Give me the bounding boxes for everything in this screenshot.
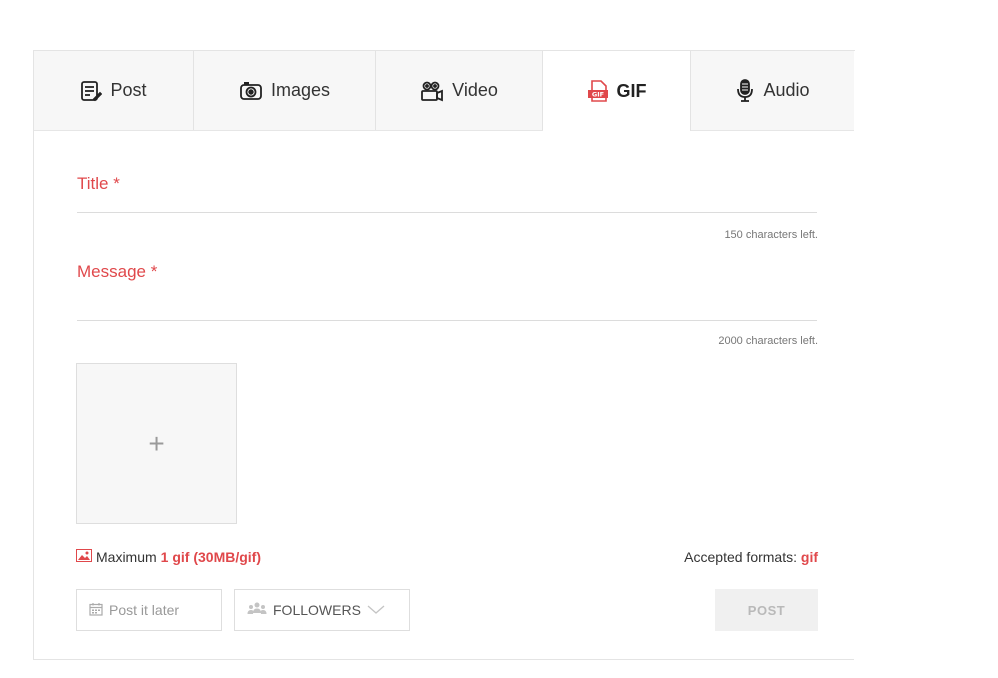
svg-text:GIF: GIF (591, 91, 603, 99)
plus-icon: + (148, 427, 165, 459)
tab-audio-label: Audio (763, 80, 810, 100)
post-type-tabs: Post Images Video GIF GIF Audio (34, 51, 854, 131)
users-icon (247, 602, 267, 619)
title-input[interactable] (77, 190, 821, 214)
title-char-counter: 150 characters left. (724, 229, 818, 241)
limit-prefix: Maximum (96, 549, 157, 565)
upload-limit-note: Maximum 1 gif (30MB/gif) (76, 549, 261, 565)
post-button[interactable]: POST (715, 589, 818, 631)
microphone-icon (735, 78, 755, 103)
tab-gif[interactable]: GIF GIF (543, 51, 691, 131)
formats-value: gif (800, 549, 818, 565)
tab-audio[interactable]: Audio (691, 51, 854, 130)
tab-post[interactable]: Post (34, 51, 194, 130)
accepted-formats: Accepted formats: gif (684, 549, 818, 565)
tab-video-label: Video (452, 80, 498, 100)
title-underline (77, 212, 817, 213)
message-textarea[interactable] (77, 286, 821, 322)
message-underline (77, 320, 817, 321)
formats-prefix: Accepted formats: (684, 549, 797, 565)
post-later-button[interactable]: Post it later (76, 589, 222, 631)
message-char-counter: 2000 characters left. (718, 335, 818, 347)
tab-images-label: Images (270, 80, 331, 100)
video-camera-icon (420, 80, 444, 102)
create-post-card: Post Images Video GIF GIF Audio Title * … (33, 50, 855, 660)
tab-images[interactable]: Images (194, 51, 376, 130)
message-label: Message * (77, 262, 158, 281)
tab-gif-label: GIF (616, 80, 647, 101)
image-icon (76, 549, 92, 565)
audience-label: FOLLOWERS (273, 602, 361, 618)
tab-video[interactable]: Video (376, 51, 543, 130)
limit-value: 1 gif (30MB/gif) (160, 549, 262, 565)
post-icon (80, 80, 103, 102)
audience-select[interactable]: FOLLOWERS (234, 589, 410, 631)
post-later-label: Post it later (109, 602, 180, 618)
tab-post-label: Post (110, 80, 147, 100)
camera-icon (239, 80, 263, 102)
gif-file-icon: GIF (587, 80, 609, 102)
chevron-down-icon (367, 602, 385, 618)
gif-upload-dropzone[interactable]: + (76, 363, 237, 524)
calendar-icon (89, 602, 103, 619)
